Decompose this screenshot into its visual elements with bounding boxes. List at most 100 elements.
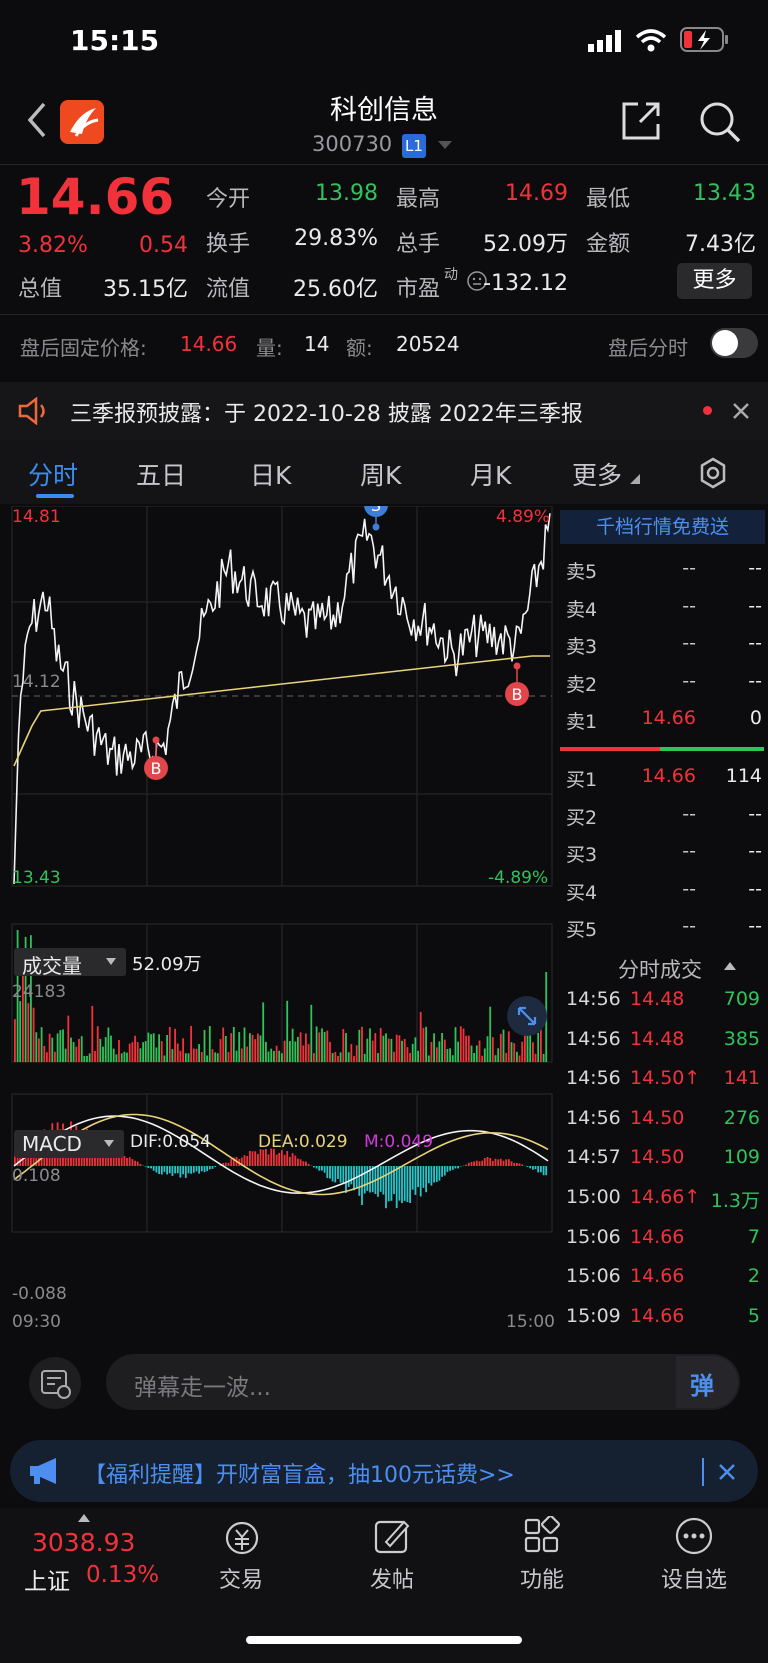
volume-bar — [329, 1041, 331, 1062]
close-icon[interactable] — [718, 1463, 736, 1481]
tab-monthly-k[interactable]: 月K — [470, 456, 511, 492]
danmaku-list-icon[interactable] — [28, 1356, 82, 1410]
macd-bar — [454, 1166, 457, 1169]
volume-bar — [451, 1055, 454, 1062]
volume-bar — [371, 1040, 374, 1062]
bottom-tab-trade[interactable]: 交易 — [181, 1562, 301, 1594]
bottom-tab-functions[interactable]: 功能 — [482, 1562, 602, 1594]
tab-five-day[interactable]: 五日 — [136, 456, 186, 492]
volume-bar — [230, 1033, 233, 1062]
asks-volume: 0 — [749, 707, 762, 729]
close-icon[interactable] — [732, 402, 750, 420]
bids-volume: -- — [748, 915, 762, 937]
macd-m: M:0.049 — [364, 1132, 434, 1152]
volume-bar — [281, 1053, 283, 1062]
notice-bar[interactable]: 三季报预披露：于 2022-10-28 披露 2022年三季报 — [0, 382, 768, 440]
asks-label: 卖3 — [566, 636, 598, 658]
volume-bar — [107, 1027, 110, 1062]
macd-bar — [529, 1166, 532, 1169]
intraday-chart[interactable]: S B B 14.81 4.89% 14.12 13.43 -4.89% 成交量 5… — [0, 493, 556, 1336]
trade-price: 14.50↑ — [630, 1067, 701, 1090]
index-value[interactable]: 3038.93 — [32, 1528, 135, 1557]
macd-bar — [358, 1166, 361, 1196]
macd-bar — [513, 1163, 516, 1166]
macd-bar — [318, 1166, 321, 1171]
volume-bar — [166, 1035, 168, 1062]
volume-bar — [224, 1036, 227, 1062]
macd-bar — [499, 1158, 502, 1166]
chevron-up-icon[interactable] — [724, 962, 736, 970]
bids-label: 买4 — [566, 881, 598, 904]
volume-bar — [315, 1026, 318, 1062]
asks-price: 14.66 — [641, 707, 696, 729]
macd-bar — [254, 1151, 257, 1166]
trade-volume: 7 — [747, 1225, 760, 1248]
asks-volume: -- — [748, 557, 762, 579]
volume-bar — [70, 1037, 72, 1062]
macd-bar — [155, 1166, 158, 1173]
macd-bar — [230, 1159, 233, 1166]
asks-label: 卖2 — [566, 673, 598, 696]
expand-icon[interactable] — [505, 994, 549, 1038]
tab-weekly-k[interactable]: 周K — [360, 456, 401, 492]
macd-bar — [187, 1166, 190, 1174]
macd-bar — [470, 1161, 473, 1166]
volume-bar — [454, 1027, 457, 1062]
more-button[interactable]: 更多 — [677, 263, 752, 299]
volume-bar — [155, 1047, 158, 1062]
trades-header[interactable]: 分时成交 — [618, 954, 702, 984]
grid-icon[interactable] — [522, 1516, 562, 1556]
price-top-label: 14.81 — [12, 507, 61, 527]
macd-bar — [438, 1166, 441, 1181]
volume-bar — [67, 1015, 70, 1062]
volume-bar — [283, 1040, 286, 1062]
bottom-tab-post[interactable]: 发帖 — [332, 1562, 452, 1594]
volume-bar — [339, 1052, 342, 1062]
macd-bar — [350, 1166, 353, 1185]
danmaku-send-button[interactable]: 弹 — [676, 1356, 738, 1408]
volume-bar — [208, 1026, 211, 1062]
pe-value: -132.12 — [483, 271, 568, 296]
bottom-tab-watchlist[interactable]: 设自选 — [634, 1562, 754, 1594]
volume-bar — [387, 1038, 390, 1062]
macd-bar — [446, 1166, 449, 1172]
level-badge[interactable]: L1 — [402, 134, 426, 158]
tab-more[interactable]: 更多 — [572, 456, 622, 492]
search-icon[interactable] — [698, 100, 742, 144]
tab-intraday[interactable]: 分时 — [28, 456, 78, 492]
compose-icon[interactable] — [372, 1516, 412, 1556]
volume-bar — [251, 1034, 254, 1062]
volume-bar — [198, 1044, 200, 1062]
volume-bar — [88, 1053, 91, 1062]
macd-bar — [433, 1166, 435, 1183]
volume-bar — [104, 1037, 107, 1062]
volume-bar — [417, 1050, 419, 1062]
chevron-up-icon[interactable] — [78, 1514, 90, 1522]
trade-time: 15:06 — [566, 1225, 621, 1248]
volume-bar — [54, 1051, 56, 1062]
volume-bar — [459, 1026, 462, 1062]
status-time: 15:15 — [70, 24, 160, 57]
after-hours-toggle[interactable] — [710, 328, 758, 358]
order-depth-banner[interactable]: 千档行情免费送 — [560, 510, 765, 544]
volume-bar — [366, 1038, 369, 1062]
share-icon[interactable] — [620, 100, 662, 142]
gear-icon[interactable] — [696, 456, 730, 490]
macd-bar — [540, 1166, 542, 1173]
more-dots-icon[interactable] — [674, 1516, 714, 1556]
volume-bar — [385, 1033, 387, 1062]
tab-daily-k[interactable]: 日K — [250, 456, 291, 492]
bids-label: 买1 — [566, 769, 598, 791]
volume-selector[interactable]: 成交量 — [14, 948, 126, 978]
trade-row: 15:00 14.66↑ 1.3万 — [564, 1184, 762, 1214]
macd-bar — [267, 1154, 270, 1166]
macd-selector[interactable]: MACD — [14, 1130, 124, 1158]
chevron-down-icon[interactable] — [438, 141, 452, 151]
bids-price: -- — [682, 802, 696, 825]
macd-bar — [366, 1166, 369, 1191]
trade-icon[interactable] — [220, 1518, 264, 1558]
volume-bar — [422, 1028, 425, 1062]
volume-bar — [374, 1033, 377, 1062]
macd-bar — [278, 1152, 281, 1166]
macd-bar — [414, 1166, 417, 1195]
